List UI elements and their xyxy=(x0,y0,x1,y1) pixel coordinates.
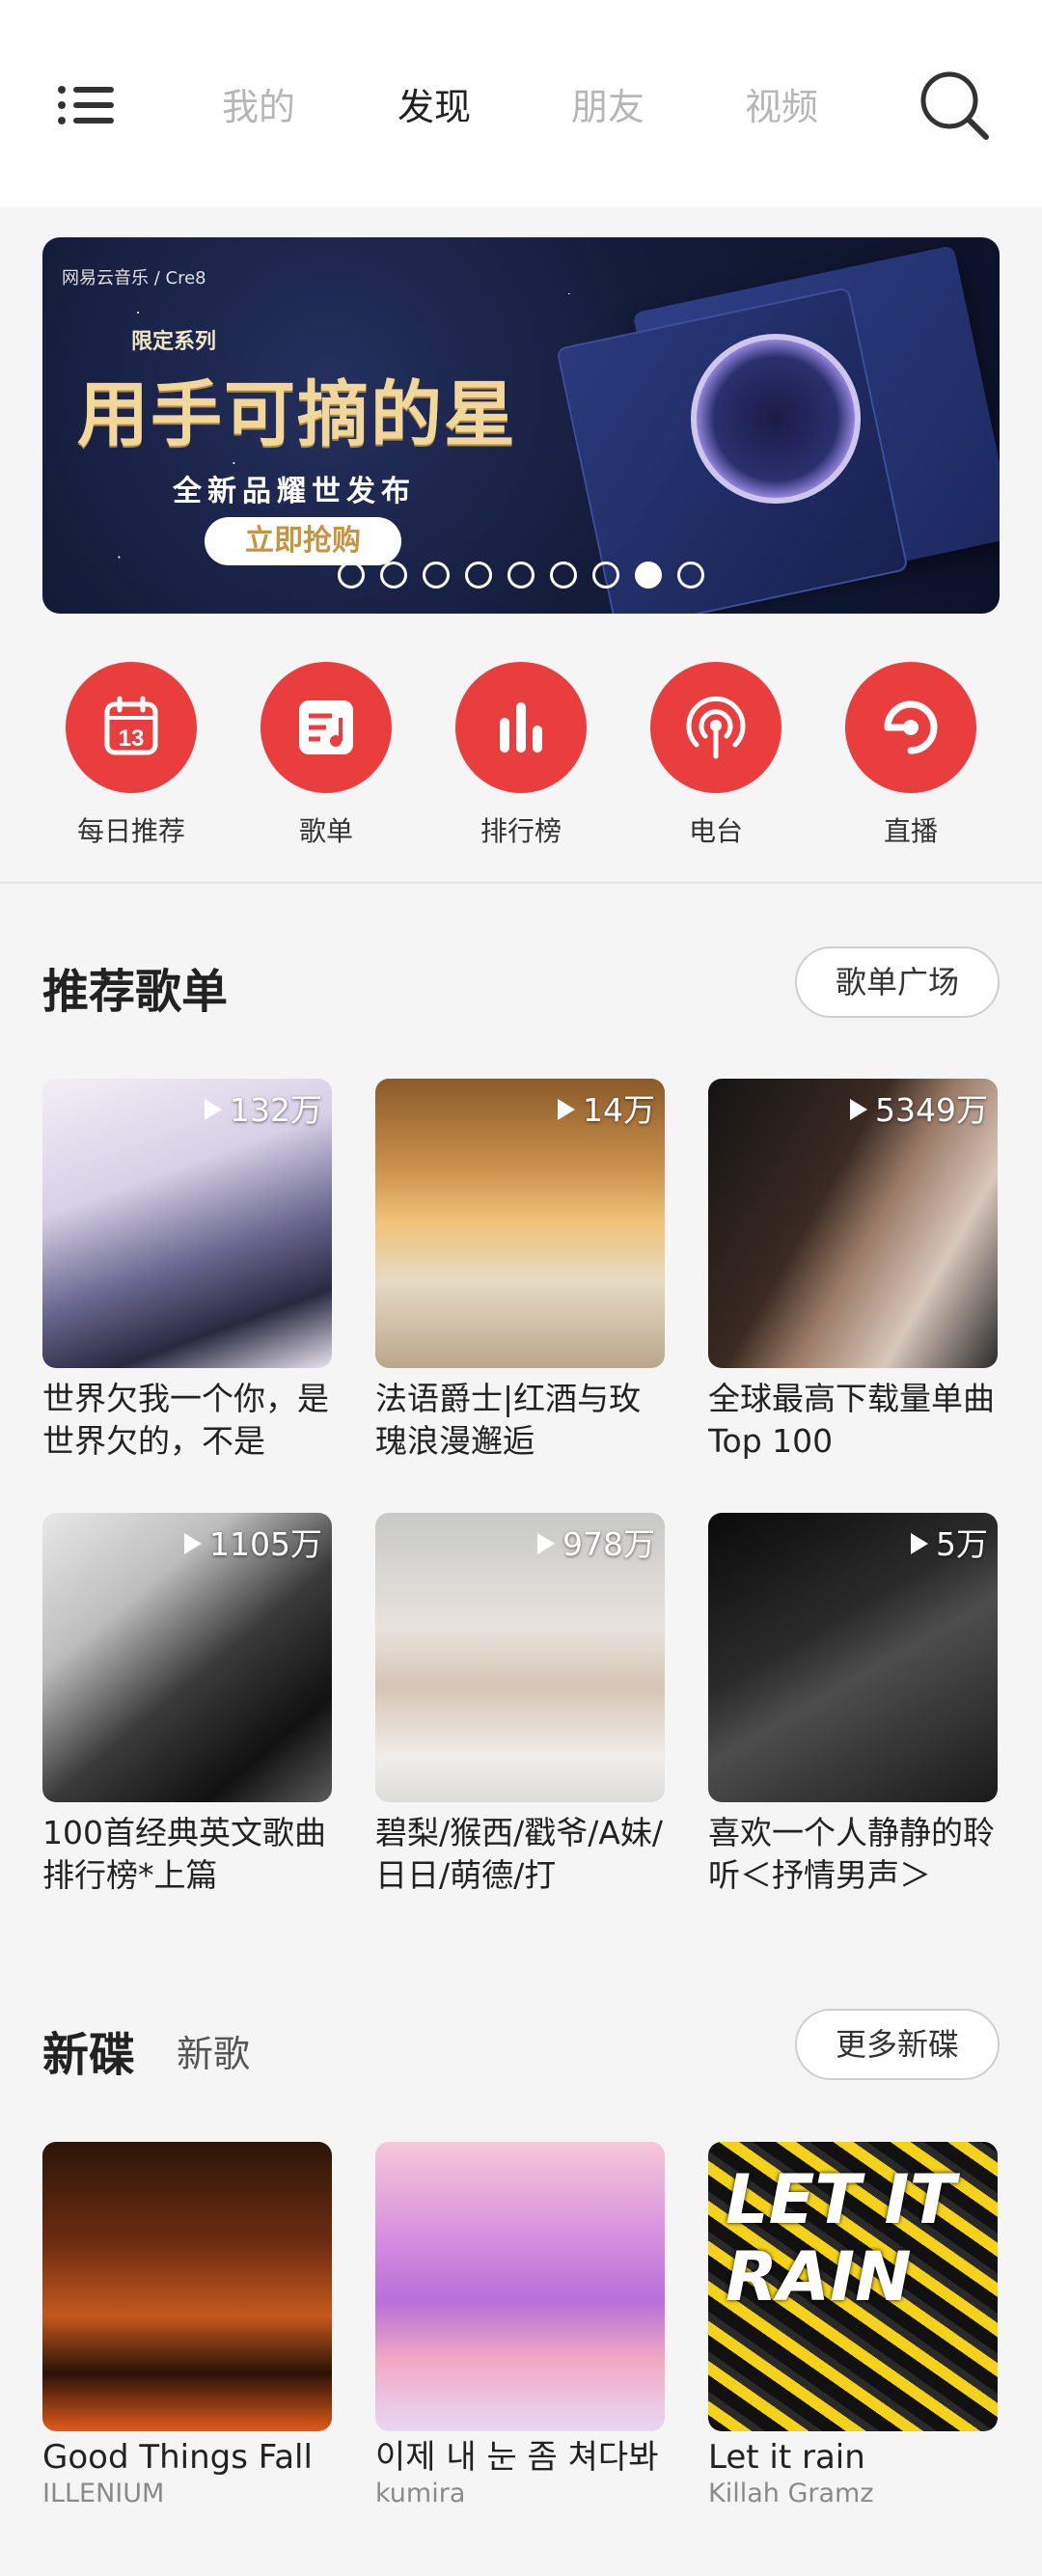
shortcut-row: 13 每日推荐 歌单 排行榜 电台 直播 xyxy=(0,614,1042,884)
playlist-square-button[interactable]: 歌单广场 xyxy=(795,946,1000,1018)
playlist-card[interactable]: 132万 世界欠我一个你，是世界欠的，不是 xyxy=(42,1079,332,1463)
shortcut-label: 歌单 xyxy=(298,815,353,847)
play-count: 14万 xyxy=(558,1084,655,1131)
playlist-title: 法语爵士|红酒与玫瑰浪漫邂逅 xyxy=(375,1380,642,1460)
radio-icon xyxy=(650,662,782,793)
tab-mine[interactable]: 我的 xyxy=(222,77,295,130)
chart-bars-icon xyxy=(455,662,587,793)
shortcut-label: 每日推荐 xyxy=(76,815,185,847)
play-icon xyxy=(205,1099,222,1120)
playlist-title: 100首经典英文歌曲排行榜*上篇 xyxy=(42,1814,326,1894)
album-cover xyxy=(375,2142,665,2431)
page-dot[interactable] xyxy=(465,562,492,589)
shortcut-label: 排行榜 xyxy=(480,815,562,847)
playlist-cover: 14万 xyxy=(375,1079,665,1368)
album-title: Let it rain xyxy=(708,2438,865,2477)
shortcut-playlist[interactable]: 歌单 xyxy=(260,662,392,849)
playlist-card[interactable]: 14万 法语爵士|红酒与玫瑰浪漫邂逅 xyxy=(375,1079,665,1463)
album-artist: Killah Gramz xyxy=(708,2479,874,2508)
playlist-title: 全球最高下载量单曲Top 100 xyxy=(708,1380,995,1460)
tab-friends[interactable]: 朋友 xyxy=(571,77,644,130)
album-artist: ILLENIUM xyxy=(42,2479,165,2508)
play-icon xyxy=(850,1099,868,1120)
product-disc-image xyxy=(691,334,861,504)
album-title: Good Things Fall xyxy=(42,2438,313,2477)
page-dot[interactable] xyxy=(423,562,450,589)
playlist-title: 世界欠我一个你，是世界欠的，不是 xyxy=(42,1380,329,1460)
tab-video[interactable]: 视频 xyxy=(745,77,818,130)
promo-banner[interactable]: 网易云音乐 / Cre8 限定系列 用手可摘的星 全新品耀世发布 立即抢购 xyxy=(42,237,1000,614)
play-icon xyxy=(184,1533,203,1554)
playlist-cover: 5349万 xyxy=(708,1079,998,1368)
tab-discover[interactable]: 发现 xyxy=(398,77,471,130)
banner-headline: 用手可摘的星 xyxy=(77,373,517,456)
play-count: 1105万 xyxy=(184,1519,322,1565)
playlist-cover: 1105万 xyxy=(42,1513,332,1802)
play-icon xyxy=(911,1533,928,1554)
play-icon xyxy=(537,1533,555,1554)
page-dot[interactable] xyxy=(380,562,407,589)
banner-subtitle: 全新品耀世发布 xyxy=(173,475,416,508)
banner-page-indicator[interactable] xyxy=(42,562,1000,589)
menu-icon[interactable] xyxy=(58,82,116,128)
album-card[interactable]: LET IT RAIN Let it rain Killah Gramz xyxy=(708,2142,998,2510)
live-icon xyxy=(845,662,976,793)
calendar-icon: 13 xyxy=(66,662,197,793)
page-dot-active[interactable] xyxy=(635,562,662,589)
page-dot[interactable] xyxy=(677,562,704,589)
playlist-title: 碧梨/猴西/戳爷/A妹/日日/萌德/打 xyxy=(375,1814,664,1894)
shortcut-label: 直播 xyxy=(883,815,938,847)
more-albums-button[interactable]: 更多新碟 xyxy=(795,2009,1000,2080)
playlist-card[interactable]: 1105万 100首经典英文歌曲排行榜*上篇 xyxy=(42,1513,332,1897)
playlist-cover: 5万 xyxy=(708,1513,998,1802)
banner-brand: 网易云音乐 / Cre8 xyxy=(62,268,206,288)
album-cover-lettering: LET IT RAIN xyxy=(726,2160,956,2316)
new-songs-tab[interactable]: 新歌 xyxy=(177,2024,250,2077)
playlist-card[interactable]: 978万 碧梨/猴西/戳爷/A妹/日日/萌德/打 xyxy=(375,1513,665,1897)
banner-series: 限定系列 xyxy=(131,330,217,354)
playlist-cover: 132万 xyxy=(42,1079,332,1368)
page-dot[interactable] xyxy=(507,562,535,589)
album-card[interactable]: Good Things Fall ILLENIUM xyxy=(42,2142,332,2510)
playlist-icon xyxy=(260,662,392,793)
album-card[interactable]: 이제 내 눈 좀 쳐다봐 kumira xyxy=(375,2142,665,2510)
play-count: 5万 xyxy=(911,1519,988,1565)
playlist-card[interactable]: 5349万 全球最高下载量单曲Top 100 xyxy=(708,1079,998,1463)
shortcut-live[interactable]: 直播 xyxy=(845,662,976,849)
playlist-card[interactable]: 5万 喜欢一个人静静的聆听＜抒情男声＞ xyxy=(708,1513,998,1897)
page-dot[interactable] xyxy=(550,562,577,589)
top-bar: 我的 发现 朋友 视频 xyxy=(0,0,1042,207)
play-count: 978万 xyxy=(537,1519,655,1565)
playlist-cover: 978万 xyxy=(375,1513,665,1802)
album-artist: kumira xyxy=(375,2479,466,2508)
page-dot[interactable] xyxy=(338,562,365,589)
buy-now-button[interactable]: 立即抢购 xyxy=(205,517,401,565)
play-count: 5349万 xyxy=(850,1084,988,1131)
recommended-title: 推荐歌单 xyxy=(42,965,229,1019)
album-cover: LET IT RAIN xyxy=(708,2142,998,2431)
svg-text:13: 13 xyxy=(119,726,145,752)
page-dot[interactable] xyxy=(592,562,619,589)
shortcut-radio[interactable]: 电台 xyxy=(650,662,782,849)
shortcut-charts[interactable]: 排行榜 xyxy=(455,662,587,849)
shortcut-daily[interactable]: 13 每日推荐 xyxy=(66,662,197,849)
album-title: 이제 내 눈 좀 쳐다봐 xyxy=(375,2438,659,2477)
search-icon[interactable] xyxy=(917,68,994,145)
playlist-title: 喜欢一个人静静的聆听＜抒情男声＞ xyxy=(708,1814,995,1894)
play-icon xyxy=(558,1099,575,1120)
play-count: 132万 xyxy=(205,1084,322,1131)
new-albums-title[interactable]: 新碟 xyxy=(42,2016,135,2084)
album-cover xyxy=(42,2142,332,2431)
shortcut-label: 电台 xyxy=(688,815,743,847)
